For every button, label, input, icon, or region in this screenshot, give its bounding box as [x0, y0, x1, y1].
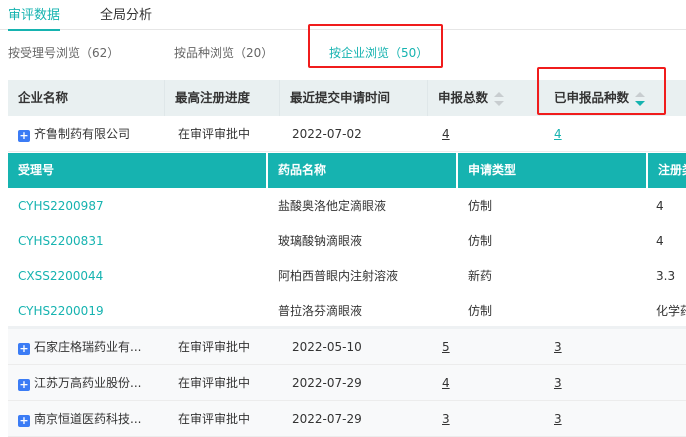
- date: 2022-05-10: [292, 340, 362, 354]
- drug-name: 普拉洛芬滴眼液: [278, 304, 363, 318]
- nested-row: CYHS2200987 盐酸奥洛他定滴眼液 仿制 4: [8, 188, 686, 223]
- app-type: 仿制: [468, 304, 493, 318]
- total-link[interactable]: 4: [432, 365, 450, 401]
- nested-col-drug: 药品名称: [268, 153, 458, 188]
- expand-icon[interactable]: +: [18, 415, 30, 427]
- reg-class: 化学药: [656, 304, 686, 318]
- company-name: 石家庄格瑞药业有...: [34, 340, 142, 354]
- table-row: + 南京恒道医药科技... 在审评审批中 2022-07-29 3 3: [8, 401, 686, 437]
- table-row: + 石家庄格瑞药业有... 在审评审批中 2022-05-10 5 3: [8, 329, 686, 365]
- expand-icon[interactable]: +: [18, 343, 30, 355]
- nested-col-id: 受理号: [8, 153, 268, 188]
- table-row: + 江苏万高药业股份... 在审评审批中 2022-07-29 4 3: [8, 365, 686, 401]
- drug-name: 阿柏西普眼内注射溶液: [278, 269, 399, 283]
- drug-name: 盐酸奥洛他定滴眼液: [278, 199, 387, 213]
- col-total-label: 申报总数: [438, 90, 489, 105]
- drug-name: 玻璃酸钠滴眼液: [278, 234, 363, 248]
- sort-icon[interactable]: [494, 91, 505, 106]
- tab-review-data[interactable]: 审评数据: [8, 4, 61, 31]
- total-link[interactable]: 4: [432, 116, 450, 152]
- progress: 在审评审批中: [178, 412, 251, 426]
- col-total[interactable]: 申报总数: [428, 80, 540, 116]
- acceptance-no-link[interactable]: CYHS2200019: [8, 293, 104, 329]
- acceptance-no-link[interactable]: CYHS2200831: [8, 223, 104, 259]
- progress: 在审评审批中: [178, 127, 251, 141]
- col-progress: 最高注册进度: [165, 80, 280, 116]
- col-company: 企业名称: [8, 80, 165, 116]
- nested-col-type: 申请类型: [458, 153, 648, 188]
- varieties-link[interactable]: 3: [544, 365, 562, 401]
- table-row: + 齐鲁制药有限公司 在审评审批中 2022-07-02 4 4: [8, 116, 686, 152]
- varieties-link[interactable]: 3: [544, 329, 562, 365]
- progress: 在审评审批中: [178, 376, 251, 390]
- nested-row: CYHS2200831 玻璃酸钠滴眼液 仿制 4: [8, 223, 686, 258]
- progress: 在审评审批中: [178, 340, 251, 354]
- browse-by-acceptance-no[interactable]: 按受理号浏览（62）: [8, 44, 119, 61]
- nested-row: CYHS2200019 普拉洛芬滴眼液 仿制 化学药: [8, 293, 686, 329]
- acceptance-no-link[interactable]: CXSS2200044: [8, 258, 103, 294]
- company-name: 江苏万高药业股份...: [34, 376, 142, 390]
- highlight-box-varieties-column: [537, 67, 666, 115]
- app-type: 仿制: [468, 199, 493, 213]
- reg-class: 3.3: [656, 269, 676, 283]
- company-name: 齐鲁制药有限公司: [34, 127, 131, 141]
- company-name: 南京恒道医药科技...: [34, 412, 142, 426]
- varieties-link[interactable]: 4: [544, 116, 562, 152]
- total-link[interactable]: 3: [432, 401, 450, 437]
- nested-table-header: 受理号 药品名称 申请类型 注册类: [8, 153, 686, 188]
- highlight-box-company-tab: [308, 24, 443, 68]
- nested-col-reg: 注册类: [658, 163, 686, 177]
- varieties-link[interactable]: 3: [544, 401, 562, 437]
- expand-icon[interactable]: +: [18, 379, 30, 391]
- date: 2022-07-29: [292, 376, 362, 390]
- tab-global-analysis[interactable]: 全局分析: [100, 4, 152, 23]
- total-link[interactable]: 5: [432, 329, 450, 365]
- nested-row: CXSS2200044 阿柏西普眼内注射溶液 新药 3.3: [8, 258, 686, 293]
- browse-by-variety[interactable]: 按品种浏览（20）: [174, 44, 273, 61]
- app-type: 新药: [468, 269, 493, 283]
- expand-icon[interactable]: +: [18, 130, 30, 142]
- date: 2022-07-02: [292, 127, 362, 141]
- app-type: 仿制: [468, 234, 493, 248]
- reg-class: 4: [656, 199, 664, 213]
- acceptance-no-link[interactable]: CYHS2200987: [8, 188, 104, 224]
- col-date: 最近提交申请时间: [280, 80, 428, 116]
- reg-class: 4: [656, 234, 664, 248]
- date: 2022-07-29: [292, 412, 362, 426]
